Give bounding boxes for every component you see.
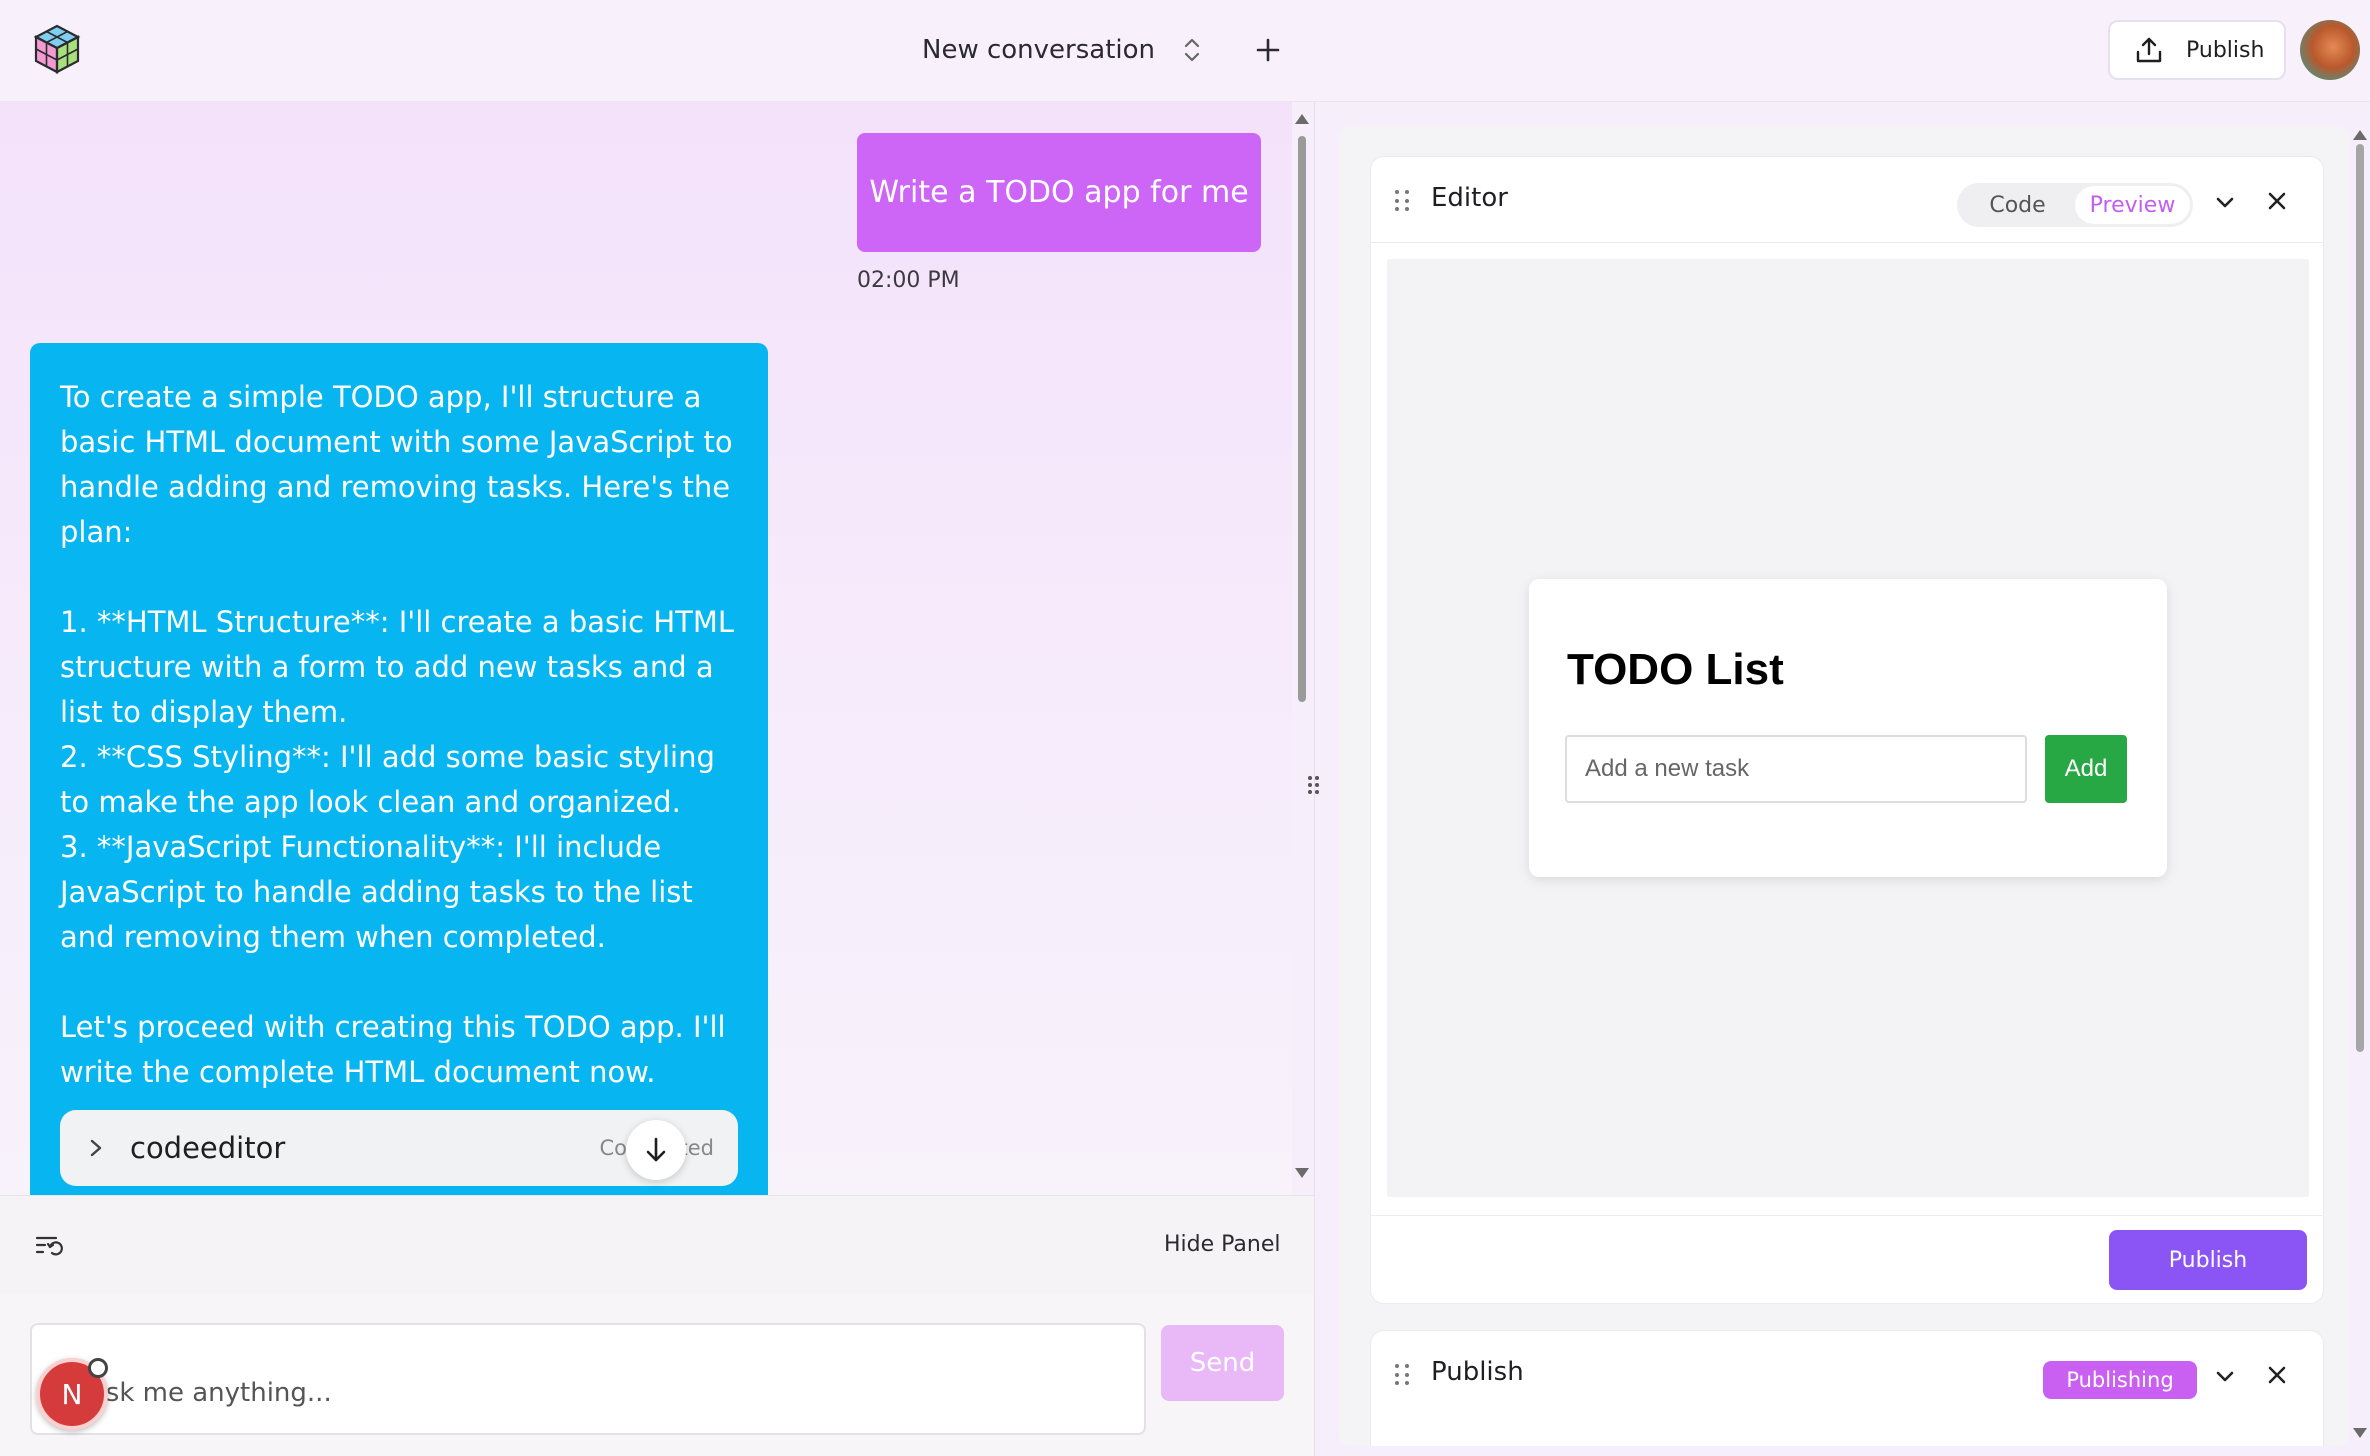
chat-scrollbar[interactable] [1290, 102, 1312, 1195]
scroll-down-arrow-icon[interactable] [1295, 1168, 1309, 1178]
editor-publish-button[interactable]: Publish [2109, 1230, 2307, 1290]
resize-handle-icon[interactable] [1306, 774, 1320, 796]
scroll-to-bottom-button[interactable] [626, 1120, 686, 1180]
user-message-bubble: Write a TODO app for me [857, 133, 1261, 252]
code-block-name: codeeditor [130, 1130, 286, 1165]
panel-scrollbar-thumb[interactable] [2356, 144, 2364, 1052]
side-panel: Editor Code Preview TODO List Add Publis… [1338, 126, 2350, 1446]
header-publish-label: Publish [2186, 37, 2265, 63]
notification-letter: N [61, 1377, 83, 1411]
close-icon[interactable] [2265, 189, 2289, 213]
chat-scrollbar-thumb[interactable] [1298, 136, 1306, 702]
publishing-status-badge: Publishing [2043, 1361, 2197, 1399]
tab-code[interactable]: Code [1960, 186, 2075, 224]
top-bar: New conversation Publish [0, 0, 2370, 102]
chevron-up-down-icon [1184, 38, 1200, 62]
user-avatar[interactable] [2300, 20, 2360, 80]
upload-icon [2136, 37, 2162, 63]
add-task-button[interactable]: Add [2045, 735, 2127, 803]
close-icon[interactable] [2265, 1363, 2289, 1387]
chevron-down-icon[interactable] [2213, 191, 2237, 215]
new-task-input[interactable] [1565, 735, 2027, 803]
conversation-switcher[interactable]: New conversation [922, 28, 1203, 72]
assistant-message-text: To create a simple TODO app, I'll struct… [60, 380, 735, 1089]
scroll-up-arrow-icon[interactable] [1295, 114, 1309, 124]
editor-footer: Publish [1371, 1215, 2323, 1303]
publish-header: Publish Publishing [1371, 1331, 2323, 1417]
code-preview-toggle[interactable]: Code Preview [1957, 183, 2193, 227]
publish-card: Publish Publishing [1370, 1330, 2324, 1446]
cube-logo-icon[interactable] [30, 22, 84, 76]
drag-handle-icon[interactable] [1395, 1364, 1409, 1386]
notification-avatar[interactable]: N [36, 1358, 108, 1430]
header-publish-button[interactable]: Publish [2108, 20, 2286, 80]
conversation-title: New conversation [922, 35, 1156, 65]
scroll-down-arrow-icon[interactable] [2353, 1428, 2367, 1438]
preview-frame[interactable]: TODO List Add [1387, 259, 2309, 1197]
editor-header: Editor Code Preview [1371, 157, 2323, 243]
panel-scrollbar[interactable] [2350, 126, 2370, 1446]
notification-dot [88, 1358, 108, 1378]
chat-input[interactable] [30, 1323, 1146, 1435]
chevron-down-icon[interactable] [2213, 1365, 2237, 1389]
assistant-message-bubble: To create a simple TODO app, I'll struct… [30, 343, 768, 1195]
arrow-down-icon [646, 1137, 666, 1162]
editor-title: Editor [1431, 183, 1508, 213]
todo-title: TODO List [1567, 645, 1784, 694]
chat-toolbar: Hide Panel [0, 1195, 1314, 1295]
drag-handle-icon[interactable] [1395, 190, 1409, 212]
publish-title: Publish [1431, 1357, 1524, 1387]
todo-app-card: TODO List Add [1529, 579, 2167, 877]
message-timestamp: 02:00 PM [857, 268, 960, 293]
send-button[interactable]: Send [1161, 1325, 1284, 1401]
hide-panel-button[interactable]: Hide Panel [1164, 1232, 1281, 1257]
new-conversation-button[interactable] [1246, 28, 1290, 72]
chevron-right-icon [90, 1139, 102, 1157]
user-message-text: Write a TODO app for me [869, 175, 1249, 210]
editor-card: Editor Code Preview TODO List Add Publis… [1370, 156, 2324, 1304]
scroll-up-arrow-icon[interactable] [2353, 130, 2367, 140]
plus-icon [1256, 38, 1280, 62]
chat-messages[interactable]: Write a TODO app for me 02:00 PM To crea… [0, 102, 1292, 1195]
composer: Send [0, 1295, 1314, 1456]
tab-preview[interactable]: Preview [2075, 186, 2190, 224]
history-list-icon[interactable] [34, 1232, 64, 1260]
